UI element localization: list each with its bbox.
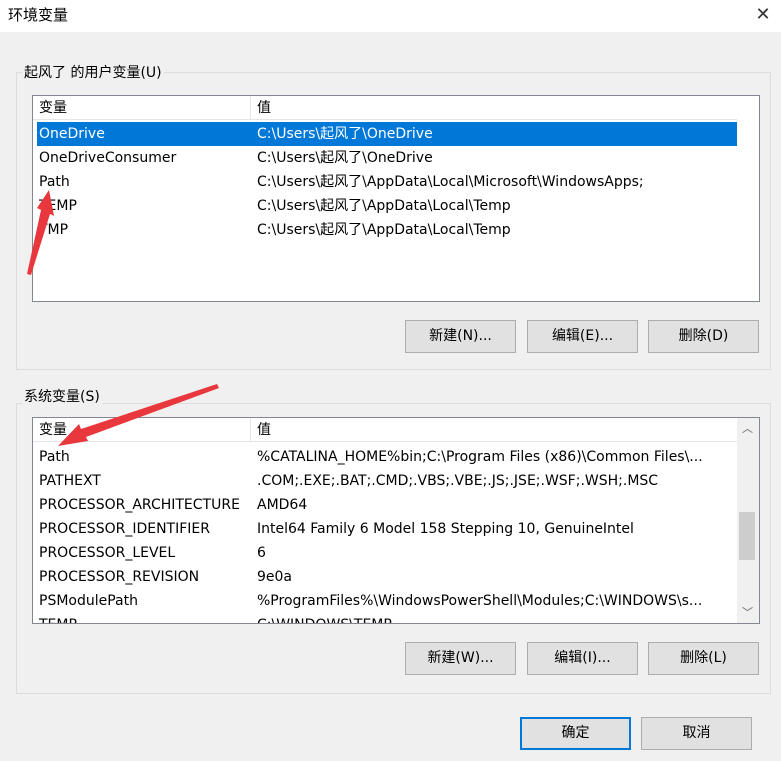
user-var-value: C:\Users\起风了\AppData\Local\Microsoft\Win… — [257, 174, 644, 190]
system-var-value: 6 — [257, 545, 266, 561]
user-new-button[interactable]: 新建(N)... — [405, 320, 516, 353]
user-var-name: OneDrive — [39, 126, 105, 142]
system-var-name: Path — [39, 449, 70, 465]
system-delete-button[interactable]: 删除(L) — [648, 642, 759, 675]
user-variables-list[interactable]: 变量 值 OneDrive C:\Users\起风了\OneDrive OneD… — [32, 95, 760, 302]
scroll-down-icon[interactable]: ﹀ — [739, 604, 756, 621]
system-var-name: PSModulePath — [39, 593, 138, 609]
user-var-row[interactable]: OneDriveConsumer C:\Users\起风了\OneDrive — [37, 146, 737, 170]
system-var-name: PROCESSOR_REVISION — [39, 569, 200, 585]
system-var-name: TEMP — [39, 613, 77, 623]
user-var-row[interactable]: OneDrive C:\Users\起风了\OneDrive — [37, 122, 737, 146]
system-var-value: %ProgramFiles%\WindowsPowerShell\Modules… — [257, 593, 703, 609]
user-var-name: Path — [39, 174, 70, 190]
user-var-name: OneDriveConsumer — [39, 150, 177, 166]
column-header-value[interactable]: 值 — [251, 96, 737, 120]
title-bar: 环境变量 ✕ — [0, 0, 781, 32]
system-var-value: %CATALINA_HOME%bin;C:\Program Files (x86… — [257, 449, 703, 465]
user-variables-group-title: 起风了 的用户变量(U) — [22, 62, 164, 82]
user-var-name: TEMP — [39, 198, 77, 214]
system-edit-button[interactable]: 编辑(I)... — [527, 642, 638, 675]
system-var-row[interactable]: PROCESSOR_ARCHITECTURE AMD64 — [37, 493, 737, 517]
system-var-name: PROCESSOR_ARCHITECTURE — [39, 497, 240, 513]
system-new-button[interactable]: 新建(W)... — [405, 642, 516, 675]
system-variables-list-header: 变量 值 — [33, 418, 737, 442]
user-var-row[interactable]: Path C:\Users\起风了\AppData\Local\Microsof… — [37, 170, 737, 194]
user-var-value: C:\Users\起风了\OneDrive — [257, 150, 433, 166]
user-var-value: C:\Users\起风了\AppData\Local\Temp — [257, 198, 511, 214]
user-var-name: TMP — [39, 222, 69, 238]
system-var-value: .COM;.EXE;.BAT;.CMD;.VBS;.VBE;.JS;.JSE;.… — [257, 473, 659, 489]
close-icon[interactable]: ✕ — [751, 3, 775, 27]
window-title: 环境变量 — [8, 6, 69, 24]
system-var-row[interactable]: PATHEXT .COM;.EXE;.BAT;.CMD;.VBS;.VBE;.J… — [37, 469, 737, 493]
system-var-row[interactable]: PROCESSOR_REVISION 9e0a — [37, 565, 737, 589]
system-var-row[interactable]: PROCESSOR_LEVEL 6 — [37, 541, 737, 565]
user-var-value: C:\Users\起风了\AppData\Local\Temp — [257, 222, 511, 238]
system-var-value: AMD64 — [257, 497, 308, 513]
system-var-name: PROCESSOR_IDENTIFIER — [39, 521, 210, 537]
user-var-row[interactable]: TEMP C:\Users\起风了\AppData\Local\Temp — [37, 194, 737, 218]
ok-button[interactable]: 确定 — [520, 717, 631, 750]
user-var-value: C:\Users\起风了\OneDrive — [257, 126, 433, 142]
system-var-row[interactable]: TEMP C:\WINDOWS\TEMP — [37, 613, 737, 623]
system-var-value: C:\WINDOWS\TEMP — [257, 613, 733, 623]
system-var-row[interactable]: Path %CATALINA_HOME%bin;C:\Program Files… — [37, 445, 737, 469]
column-header-value[interactable]: 值 — [251, 418, 737, 442]
system-var-row[interactable]: PROCESSOR_IDENTIFIER Intel64 Family 6 Mo… — [37, 517, 737, 541]
system-variables-scrollbar[interactable]: ︿ ﹀ — [737, 418, 759, 623]
user-variables-list-header: 变量 值 — [33, 96, 737, 120]
scrollbar-thumb[interactable] — [739, 512, 755, 560]
scroll-up-icon[interactable]: ︿ — [739, 420, 756, 437]
user-delete-button[interactable]: 删除(D) — [648, 320, 759, 353]
column-header-variable[interactable]: 变量 — [33, 96, 251, 120]
system-var-name: PATHEXT — [39, 473, 101, 489]
user-edit-button[interactable]: 编辑(E)... — [527, 320, 638, 353]
cancel-button[interactable]: 取消 — [641, 717, 752, 750]
system-variables-group-title: 系统变量(S) — [22, 386, 102, 406]
column-header-variable[interactable]: 变量 — [33, 418, 251, 442]
system-var-value: Intel64 Family 6 Model 158 Stepping 10, … — [257, 521, 634, 537]
system-var-name: PROCESSOR_LEVEL — [39, 545, 176, 561]
user-var-row[interactable]: TMP C:\Users\起风了\AppData\Local\Temp — [37, 218, 737, 242]
system-variables-list[interactable]: 变量 值 Path %CATALINA_HOME%bin;C:\Program … — [32, 417, 760, 624]
system-var-value: 9e0a — [257, 569, 293, 585]
system-var-row[interactable]: PSModulePath %ProgramFiles%\WindowsPower… — [37, 589, 737, 613]
